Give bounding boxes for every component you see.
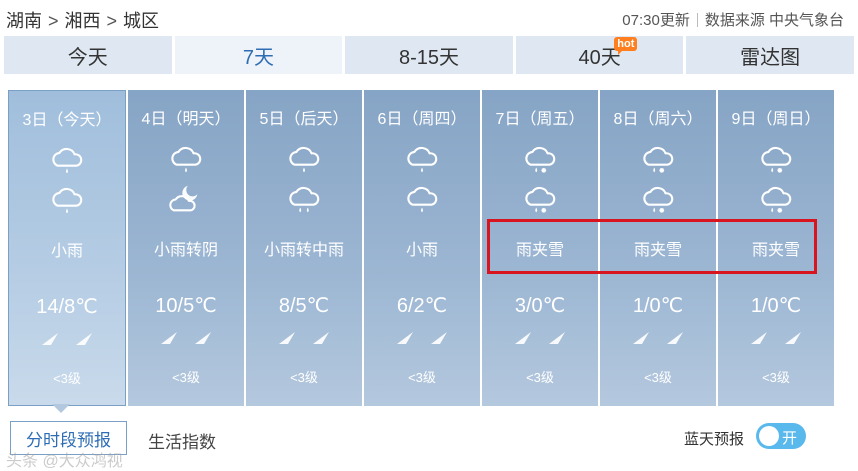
tab-7-days[interactable]: 7天: [174, 36, 343, 74]
breadcrumb-separator: >: [106, 11, 118, 31]
update-meta: 07:30更新 数据来源 中央气象台: [622, 9, 844, 30]
toggle-knob: [759, 426, 779, 446]
sleet-icon: [638, 142, 678, 176]
bottom-bar: 分时段预报 生活指数 蓝天预报 开: [0, 420, 858, 460]
wind-direction-icon: [395, 328, 415, 348]
tab-radar[interactable]: 雷达图: [686, 36, 854, 74]
wind-level: <3级: [290, 370, 318, 385]
wind-directions: [600, 328, 716, 348]
day-card[interactable]: 4日（明天） 小雨转阴 10/5℃ <3级: [128, 90, 244, 406]
data-source: 数据来源 中央气象台: [704, 12, 844, 29]
wind-direction-icon: [547, 328, 567, 348]
temperature-range: 14/8℃: [36, 296, 98, 318]
light-rain-icon: [402, 182, 442, 216]
wind-direction-icon: [665, 328, 685, 348]
day-date: 4日（明天）: [141, 111, 231, 128]
wind-direction-icon: [513, 328, 533, 348]
temperature-range: 8/5℃: [278, 295, 330, 317]
breadcrumb-area: 城区: [123, 11, 160, 31]
weather-description: 小雨: [50, 243, 83, 260]
cloudy-night-icon: [166, 182, 206, 216]
wind-direction-icon: [74, 329, 94, 349]
wind-direction-icon: [311, 328, 331, 348]
wind-directions: [9, 329, 125, 349]
wind-direction-icon: [277, 328, 297, 348]
light-rain-icon: [47, 183, 87, 217]
temperature-range: 1/0℃: [750, 295, 802, 317]
sleet-highlight-box: [487, 219, 817, 274]
day-card[interactable]: 5日（后天） 小雨转中雨 8/5℃ <3级: [246, 90, 362, 406]
wind-directions: [718, 328, 834, 348]
sleet-icon: [756, 142, 796, 176]
wind-directions: [246, 328, 362, 348]
temperature-range: 10/5℃: [155, 295, 217, 317]
temperature-range: 3/0℃: [514, 295, 566, 317]
wind-level: <3级: [526, 370, 554, 385]
weather-description: 小雨转阴: [153, 242, 218, 259]
blue-sky-toggle[interactable]: 开: [756, 423, 806, 449]
life-index-link[interactable]: 生活指数: [148, 428, 216, 453]
day-date: 8日（周六）: [613, 111, 703, 128]
wind-level: <3级: [644, 370, 672, 385]
blue-sky-label: 蓝天预报: [684, 431, 745, 448]
light-rain-icon: [47, 143, 87, 177]
sleet-icon: [756, 182, 796, 216]
breadcrumb: 湖南 > 湘西 > 城区: [6, 7, 159, 33]
day-date: 3日（今天）: [22, 112, 112, 129]
tab-label: 雷达图: [740, 46, 801, 69]
wind-directions: [128, 328, 244, 348]
day-date: 6日（周四）: [377, 111, 467, 128]
temperature-range: 6/2℃: [396, 295, 448, 317]
light-rain-icon: [166, 142, 206, 176]
tab-40-days[interactable]: 40天 hot: [515, 36, 684, 74]
forecast-tabs: 今天 7天 8-15天 40天 hot 雷达图: [4, 36, 854, 74]
wind-directions: [482, 328, 598, 348]
day-card[interactable]: 6日（周四） 小雨 6/2℃ <3级: [364, 90, 480, 406]
sleet-icon: [520, 182, 560, 216]
wind-directions: [364, 328, 480, 348]
wind-level: <3级: [172, 370, 200, 385]
moderate-rain-icon: [284, 182, 324, 216]
divider: [696, 13, 698, 27]
watermark: 头条 @大众鸿视: [6, 453, 123, 470]
wind-direction-icon: [749, 328, 769, 348]
day-date: 9日（周日）: [731, 111, 821, 128]
wind-direction-icon: [429, 328, 449, 348]
tab-label: 今天: [67, 46, 108, 69]
breadcrumb-separator: >: [48, 11, 59, 31]
light-rain-icon: [284, 142, 324, 176]
wind-direction-icon: [631, 328, 651, 348]
update-time: 07:30更新: [622, 12, 690, 29]
wind-level: <3级: [408, 370, 436, 385]
weather-description: 小雨转中雨: [263, 242, 344, 259]
wind-direction-icon: [193, 328, 213, 348]
temperature-range: 1/0℃: [632, 295, 684, 317]
day-card[interactable]: 3日（今天） 小雨 14/8℃ <3级: [8, 90, 126, 406]
wind-direction-icon: [783, 328, 803, 348]
wind-direction-icon: [40, 329, 60, 349]
weather-description: 小雨: [405, 242, 438, 259]
tab-8-15-days[interactable]: 8-15天: [345, 36, 513, 74]
wind-direction-icon: [159, 328, 179, 348]
hot-badge: hot: [614, 37, 638, 55]
light-rain-icon: [402, 142, 442, 176]
sleet-icon: [520, 142, 560, 176]
wind-level: <3级: [53, 371, 81, 386]
tab-today[interactable]: 今天: [4, 36, 172, 74]
breadcrumb-province[interactable]: 湖南: [6, 7, 42, 33]
day-date: 5日（后天）: [259, 111, 349, 128]
toggle-state: 开: [782, 430, 798, 447]
sleet-icon: [638, 182, 678, 216]
breadcrumb-region[interactable]: 湘西: [65, 7, 101, 33]
tab-label: 7天: [242, 46, 274, 69]
tab-label: 8-15天: [398, 46, 459, 69]
day-date: 7日（周五）: [495, 111, 585, 128]
wind-level: <3级: [762, 370, 790, 385]
selected-day-pointer: [52, 404, 70, 413]
top-bar: 湖南 > 湘西 > 城区 07:30更新 数据来源 中央气象台: [0, 0, 858, 36]
